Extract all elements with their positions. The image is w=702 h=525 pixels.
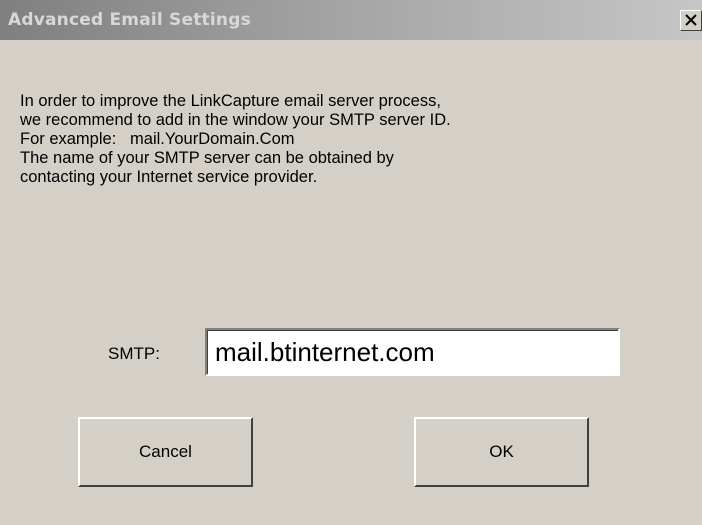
ok-button-label: OK: [489, 442, 514, 461]
close-button[interactable]: [680, 10, 702, 31]
smtp-label: SMTP:: [108, 344, 160, 363]
advanced-email-settings-dialog: Advanced Email Settings In order to impr…: [0, 0, 702, 525]
smtp-server-input[interactable]: [205, 328, 620, 376]
message-line: contacting your Internet service provide…: [20, 168, 318, 186]
message-line: The name of your SMTP server can be obta…: [20, 149, 394, 167]
message-line: For example: mail.YourDomain.Com: [20, 130, 295, 148]
window-title: Advanced Email Settings: [8, 10, 251, 30]
message-line: In order to improve the LinkCapture emai…: [20, 92, 441, 110]
instruction-message: In order to improve the LinkCapture emai…: [20, 92, 680, 187]
cancel-button-label: Cancel: [139, 442, 192, 461]
cancel-button[interactable]: Cancel: [78, 417, 253, 487]
close-icon: [685, 14, 697, 26]
ok-button[interactable]: OK: [414, 417, 589, 487]
message-line: we recommend to add in the window your S…: [20, 111, 451, 129]
title-bar[interactable]: Advanced Email Settings: [0, 0, 702, 40]
